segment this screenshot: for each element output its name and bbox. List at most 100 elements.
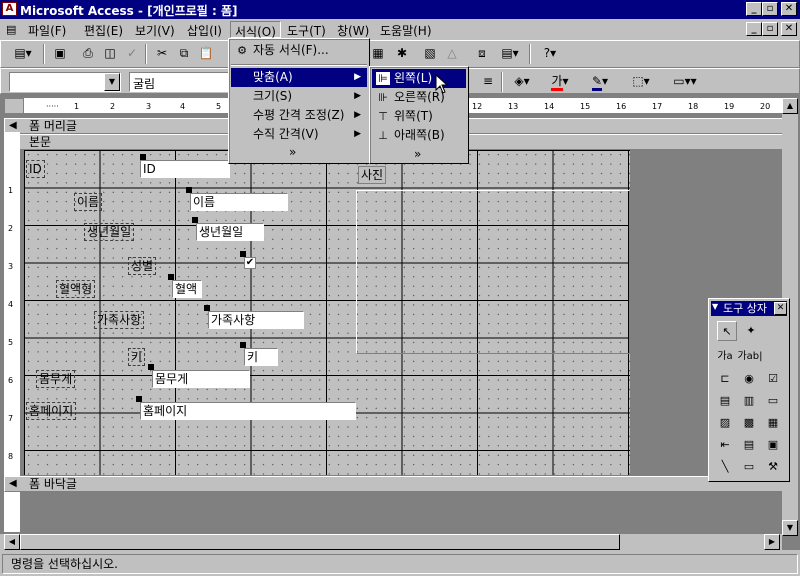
print-preview-icon[interactable]: ◫ — [99, 43, 121, 65]
textbox-name[interactable]: 이름 — [190, 193, 288, 211]
print-icon[interactable]: ⎙ — [77, 43, 99, 65]
database-window-icon[interactable]: ▧ — [419, 43, 441, 65]
line-width-icon[interactable]: ⬚▾ — [625, 71, 657, 93]
subform-icon[interactable]: ▣ — [763, 435, 783, 455]
menu-item-align-bottom[interactable]: ⊥ 아래쪽(B) — [372, 126, 466, 145]
fill-color-icon[interactable]: ◈▾ — [507, 71, 537, 93]
textbox-family[interactable]: 가족사항 — [208, 311, 304, 329]
chevron-down-icon[interactable]: ▼ — [104, 73, 120, 91]
label-homepage[interactable]: 홈페이지 — [26, 402, 77, 420]
menu-item-align-right[interactable]: ⊪ 오른쪽(R) — [372, 88, 466, 107]
scroll-thumb[interactable] — [20, 534, 620, 550]
menu-item-autoformat[interactable]: ⚙ 자동 서식(F)... — [231, 41, 367, 60]
combo-icon[interactable]: ▤ — [715, 391, 735, 411]
doc-minimize-button[interactable]: _ — [746, 22, 762, 36]
special-effect-icon[interactable]: ▭▾▾ — [665, 71, 705, 93]
toolbox-menu-icon[interactable]: ▼ — [712, 302, 718, 311]
label-id[interactable]: ID — [26, 160, 45, 178]
menu-window[interactable]: 창(W) — [333, 21, 373, 38]
document-icon[interactable]: ▤ — [6, 23, 16, 36]
object-combo[interactable]: ▼ — [9, 72, 121, 92]
properties-icon[interactable]: ▦ — [367, 43, 389, 65]
menu-item-horizontal-spacing[interactable]: 수평 간격 조정(Z) ▶ — [231, 106, 367, 125]
doc-restore-button[interactable]: ▫ — [762, 22, 778, 36]
label-icon[interactable]: 가a — [715, 347, 735, 367]
label-birthdate[interactable]: 생년월일 — [84, 223, 135, 241]
form-footer-bar[interactable]: ◀ 폼 바닥글 — [4, 476, 784, 492]
cut-icon[interactable]: ✂ — [151, 43, 173, 65]
scroll-up-icon[interactable]: ▲ — [782, 98, 798, 114]
menu-item-align-left[interactable]: ⊫ 왼쪽(L) — [372, 69, 466, 88]
label-weight[interactable]: 몸무게 — [36, 370, 76, 388]
new-object-icon[interactable]: △ — [441, 43, 463, 65]
close-button[interactable]: ✕ — [781, 2, 797, 16]
window-icon[interactable]: ⧈ — [471, 43, 493, 65]
checkbox-gender[interactable]: ✔ — [244, 257, 256, 269]
menu-file[interactable]: 파일(F) — [24, 21, 70, 38]
help-icon[interactable]: ?▾ — [535, 43, 565, 65]
menu-item-size[interactable]: 크기(S) ▶ — [231, 87, 367, 106]
list-icon[interactable]: ▥ — [739, 391, 759, 411]
expand-menu-icon[interactable]: » — [414, 147, 421, 161]
line-icon[interactable]: ╲ — [715, 457, 735, 477]
rectangle-icon[interactable]: ▭ — [739, 457, 759, 477]
expand-menu-icon[interactable]: » — [289, 145, 296, 159]
textbox-homepage[interactable]: 홈페이지 — [140, 402, 356, 420]
scroll-left-icon[interactable]: ◀ — [4, 534, 20, 550]
command-button-icon[interactable]: ▭ — [763, 391, 783, 411]
footer-area[interactable] — [24, 492, 782, 534]
label-gender[interactable]: 성별 — [128, 257, 157, 275]
doc-close-button[interactable]: ✕ — [781, 22, 797, 36]
menu-insert[interactable]: 삽입(I) — [183, 21, 226, 38]
view-icon[interactable]: ▤▾ — [7, 43, 39, 65]
line-color-icon[interactable]: ✎▾ — [585, 71, 615, 93]
font-combo[interactable]: 굴림 — [129, 72, 231, 92]
select-icon[interactable]: ↖ — [717, 321, 737, 341]
scroll-down-icon[interactable]: ▼ — [782, 520, 798, 536]
label-bloodtype[interactable]: 혈액형 — [56, 280, 96, 298]
textbox-icon[interactable]: 가ab| — [737, 347, 763, 367]
label-height[interactable]: 키 — [128, 348, 146, 366]
new-record-icon[interactable]: ▤▾ — [495, 43, 525, 65]
scroll-right-icon[interactable]: ▶ — [764, 534, 780, 550]
label-name[interactable]: 이름 — [74, 193, 103, 211]
wizard-icon[interactable]: ✦ — [741, 321, 761, 341]
menu-item-vertical-spacing[interactable]: 수직 간격(V) ▶ — [231, 125, 367, 144]
bound-object-icon[interactable]: ▦ — [763, 413, 783, 433]
option-group-icon[interactable]: ⊏ — [715, 369, 735, 389]
form-selector[interactable] — [4, 98, 24, 114]
paste-icon[interactable]: 📋 — [195, 43, 217, 65]
textbox-weight[interactable]: 몸무게 — [152, 370, 250, 388]
textbox-bloodtype[interactable]: 혈액 — [172, 280, 202, 298]
page-break-icon[interactable]: ⇤ — [715, 435, 735, 455]
unbound-object-icon[interactable]: ▩ — [739, 413, 759, 433]
textbox-id[interactable]: ID — [140, 160, 230, 178]
menu-view[interactable]: 보기(V) — [131, 21, 179, 38]
align-right-text-icon[interactable]: ≡ — [477, 71, 499, 93]
horizontal-scrollbar[interactable]: ◀ ▶ — [0, 534, 782, 550]
photo-frame[interactable] — [356, 190, 630, 354]
checkbox-icon[interactable]: ☑ — [763, 369, 783, 389]
menu-tools[interactable]: 도구(T) — [283, 21, 330, 38]
font-color-icon[interactable]: 가▾ — [545, 71, 575, 93]
textbox-birthdate[interactable]: 생년월일 — [196, 223, 264, 241]
menu-item-align-top[interactable]: ⊤ 위쪽(T) — [372, 107, 466, 126]
more-controls-icon[interactable]: ⚒ — [763, 457, 783, 477]
copy-icon[interactable]: ⧉ — [173, 43, 195, 65]
toolbox-close-button[interactable]: ✕ — [774, 302, 787, 315]
textbox-height[interactable]: 키 — [244, 348, 278, 366]
option-button-icon[interactable]: ◉ — [739, 369, 759, 389]
label-family[interactable]: 가족사항 — [94, 311, 145, 329]
save-icon[interactable]: ▣ — [49, 43, 71, 65]
toolbox-window[interactable]: 도구 상자 ▼ ✕ ↖ ✦ 가a 가ab| ⊏ ◉ ☑ ▤ ▥ ▭ ▨ ▩ ▦ … — [708, 298, 790, 482]
spelling-icon[interactable]: ✓ — [121, 43, 143, 65]
image-icon[interactable]: ▨ — [715, 413, 735, 433]
restore-button[interactable]: ▫ — [762, 2, 778, 16]
menu-help[interactable]: 도움말(H) — [376, 21, 436, 38]
menu-format[interactable]: 서식(O) — [230, 21, 281, 39]
access-key-icon[interactable]: A — [2, 2, 17, 16]
menu-item-align[interactable]: 맞춤(A) ▶ — [231, 68, 367, 87]
build-icon[interactable]: ✱ — [391, 43, 413, 65]
label-photo[interactable]: 사진 — [358, 166, 387, 184]
menu-edit[interactable]: 편집(E) — [80, 21, 127, 38]
